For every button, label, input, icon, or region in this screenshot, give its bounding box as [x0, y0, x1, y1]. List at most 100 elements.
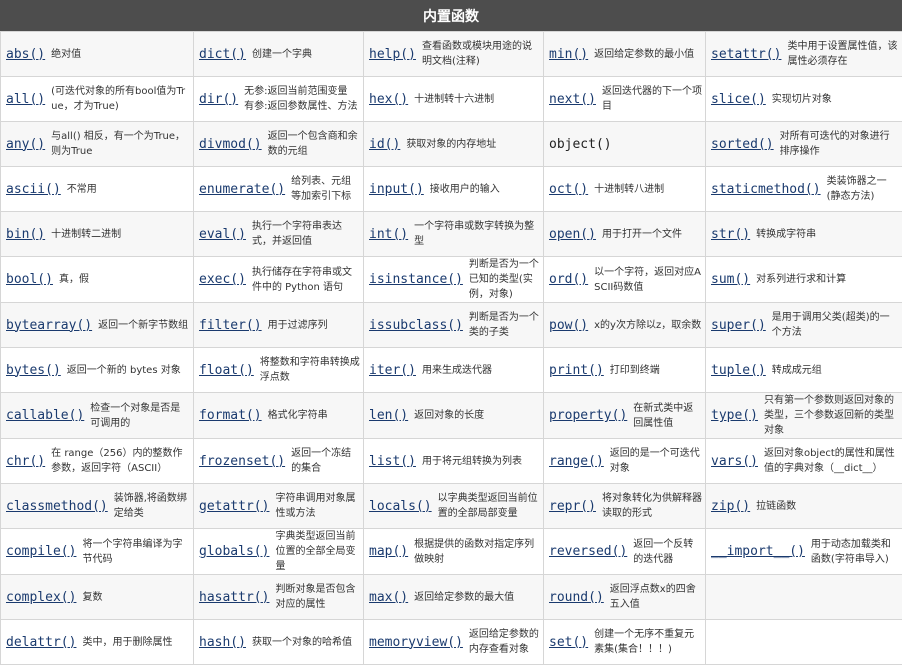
table-row: classmethod()装饰器,将函数绑定给类getattr()字符串调用对象…: [1, 484, 902, 529]
function-name-link[interactable]: enumerate(): [199, 182, 285, 197]
function-name-link[interactable]: bin(): [6, 227, 45, 242]
function-name-link[interactable]: range(): [549, 454, 604, 469]
function-name-link[interactable]: help(): [369, 47, 416, 62]
function-name-link[interactable]: __import__(): [711, 544, 805, 559]
function-cell: map()根据提供的函数对指定序列做映射: [364, 529, 544, 575]
function-name-link[interactable]: dir(): [199, 92, 238, 107]
function-name-link[interactable]: hex(): [369, 92, 408, 107]
function-name-link[interactable]: dict(): [199, 47, 246, 62]
function-cell-content: ord()以一个字符，返回对应ASCII码数值: [549, 257, 702, 302]
function-name-link[interactable]: exec(): [199, 272, 246, 287]
function-name-link[interactable]: list(): [369, 454, 416, 469]
function-name-link[interactable]: globals(): [199, 544, 269, 559]
function-name-link[interactable]: bytes(): [6, 363, 61, 378]
function-name-link[interactable]: ascii(): [6, 182, 61, 197]
function-name-link[interactable]: slice(): [711, 92, 766, 107]
function-name-link[interactable]: map(): [369, 544, 408, 559]
function-description: 与all() 相反，有一个为True，则为True: [51, 129, 190, 159]
function-name-link[interactable]: chr(): [6, 454, 45, 469]
function-cell-content: str()转换成字符串: [711, 212, 899, 256]
function-cell-content: compile()将一个字符串编译为字节代码: [6, 529, 190, 574]
function-cell-content: hash()获取一个对象的哈希值: [199, 620, 360, 664]
function-cell-content: enumerate()给列表、元组等加索引下标: [199, 167, 360, 211]
function-cell-content: eval()执行一个字符串表达式，并返回值: [199, 212, 360, 256]
function-cell-content: hex()十进制转十六进制: [369, 77, 540, 121]
function-cell: issubclass()判断是否为一个类的子类: [364, 303, 544, 348]
function-cell: super()是用于调用父类(超类)的一个方法: [706, 303, 902, 348]
function-name-link[interactable]: eval(): [199, 227, 246, 242]
function-name-link[interactable]: filter(): [199, 318, 262, 333]
function-description: 在 range（256）内的整数作参数，返回字符（ASCII）: [51, 446, 190, 476]
function-name-link[interactable]: int(): [369, 227, 408, 242]
function-name-link[interactable]: float(): [199, 363, 254, 378]
function-cell-content: slice()实现切片对象: [711, 77, 899, 121]
function-name-link[interactable]: hasattr(): [199, 590, 269, 605]
function-name-link[interactable]: round(): [549, 590, 604, 605]
function-cell: dir()无参:返回当前范围变量 有参:返回参数属性、方法: [194, 77, 364, 122]
function-name-link[interactable]: property(): [549, 408, 627, 423]
function-name-link[interactable]: compile(): [6, 544, 76, 559]
function-name-link[interactable]: sum(): [711, 272, 750, 287]
function-name-link[interactable]: abs(): [6, 47, 45, 62]
function-name-link[interactable]: iter(): [369, 363, 416, 378]
function-name-link[interactable]: all(): [6, 92, 45, 107]
function-cell: iter()用来生成迭代器: [364, 348, 544, 393]
function-description: 一个字符串或数字转换为整型: [414, 219, 540, 249]
function-name-link[interactable]: bytearray(): [6, 318, 92, 333]
function-name-link[interactable]: open(): [549, 227, 596, 242]
table-row: callable()检查一个对象是否是可调用的format()格式化字符串len…: [1, 393, 902, 439]
function-description: 装饰器,将函数绑定给类: [114, 491, 190, 521]
function-name-link[interactable]: super(): [711, 318, 766, 333]
function-cell: property()在新式类中返回属性值: [544, 393, 706, 439]
function-name-link[interactable]: any(): [6, 137, 45, 152]
function-cell-content: set()创建一个无序不重复元素集(集合！！！): [549, 620, 702, 664]
function-name-link[interactable]: str(): [711, 227, 750, 242]
function-name-link[interactable]: bool(): [6, 272, 53, 287]
function-description: 对所有可迭代的对象进行排序操作: [780, 129, 899, 159]
function-name-link[interactable]: ord(): [549, 272, 588, 287]
function-name-link[interactable]: repr(): [549, 499, 596, 514]
function-name-link[interactable]: zip(): [711, 499, 750, 514]
function-name-link[interactable]: delattr(): [6, 635, 76, 650]
function-cell-content: issubclass()判断是否为一个类的子类: [369, 303, 540, 347]
function-cell: ord()以一个字符，返回对应ASCII码数值: [544, 257, 706, 303]
function-name-link[interactable]: callable(): [6, 408, 84, 423]
table-title: 内置函数: [0, 0, 902, 31]
function-name-link[interactable]: setattr(): [711, 47, 781, 62]
function-name-link[interactable]: staticmethod(): [711, 182, 821, 197]
function-name-link[interactable]: next(): [549, 92, 596, 107]
function-name-link[interactable]: format(): [199, 408, 262, 423]
function-name-link[interactable]: print(): [549, 363, 604, 378]
function-name-link[interactable]: min(): [549, 47, 588, 62]
function-cell: zip()拉链函数: [706, 484, 902, 529]
function-name-link[interactable]: id(): [369, 137, 400, 152]
function-name-link[interactable]: classmethod(): [6, 499, 108, 514]
function-name-link[interactable]: pow(): [549, 318, 588, 333]
function-name-link[interactable]: isinstance(): [369, 272, 463, 287]
function-name-link[interactable]: issubclass(): [369, 318, 463, 333]
function-cell-content: float()将整数和字符串转换成浮点数: [199, 348, 360, 392]
function-description: 返回对象object的属性和属性值的字典对象（__dict__）: [764, 446, 899, 476]
function-name-link[interactable]: oct(): [549, 182, 588, 197]
function-cell-content: input()接收用户的输入: [369, 167, 540, 211]
function-cell: globals()字典类型返回当前位置的全部全局变量: [194, 529, 364, 575]
function-name-link[interactable]: complex(): [6, 590, 76, 605]
function-name-link[interactable]: set(): [549, 635, 588, 650]
function-name-link[interactable]: tuple(): [711, 363, 766, 378]
function-description: 以字典类型返回当前位置的全部局部变量: [438, 491, 540, 521]
function-cell: max()返回给定参数的最大值: [364, 575, 544, 620]
function-cell-content: object(): [549, 122, 702, 166]
function-name-link[interactable]: vars(): [711, 454, 758, 469]
function-name-link[interactable]: getattr(): [199, 499, 269, 514]
function-name-link[interactable]: len(): [369, 408, 408, 423]
function-name-link[interactable]: frozenset(): [199, 454, 285, 469]
function-name-link[interactable]: type(): [711, 408, 758, 423]
function-name-link[interactable]: locals(): [369, 499, 432, 514]
function-name-link[interactable]: reversed(): [549, 544, 627, 559]
function-name-link[interactable]: max(): [369, 590, 408, 605]
function-name-link[interactable]: sorted(): [711, 137, 774, 152]
function-name-link[interactable]: memoryview(): [369, 635, 463, 650]
function-name-link[interactable]: divmod(): [199, 137, 262, 152]
function-name-link[interactable]: hash(): [199, 635, 246, 650]
function-name-link[interactable]: input(): [369, 182, 424, 197]
